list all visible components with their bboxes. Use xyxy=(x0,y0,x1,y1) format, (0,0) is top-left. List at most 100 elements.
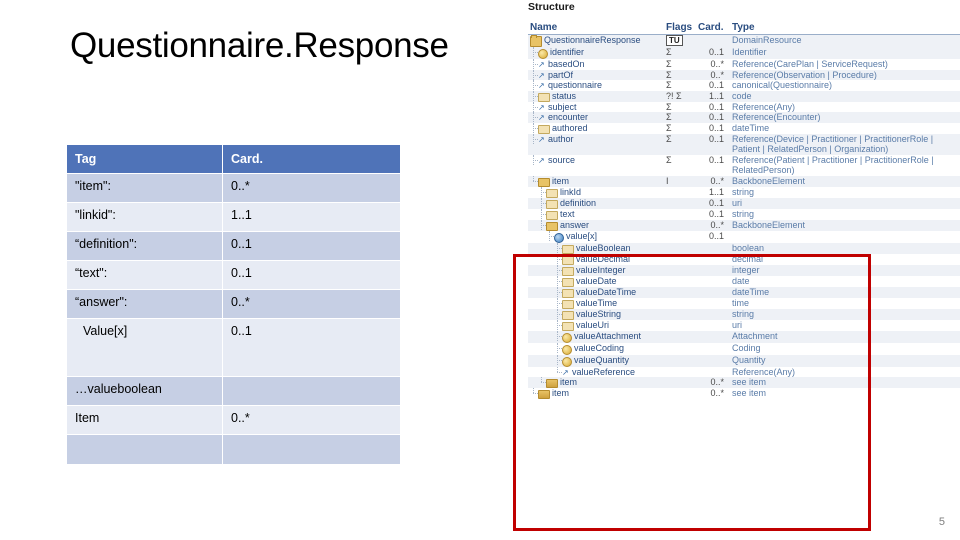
structure-row[interactable]: valueDateTime dateTime xyxy=(528,286,960,298)
tree-guide xyxy=(530,101,538,112)
structure-row-card: 0..1 xyxy=(696,197,730,209)
structure-row-flags: Σ xyxy=(664,80,696,91)
tree-guide xyxy=(554,330,562,341)
structure-row[interactable]: value[x] 0..1 xyxy=(528,230,960,243)
structure-row-flags: Σ xyxy=(664,101,696,112)
tree-guide xyxy=(530,175,538,186)
structure-row-name: valueReference xyxy=(528,366,664,377)
structure-row-type xyxy=(730,230,960,243)
structure-row-type: Attachment xyxy=(730,330,960,343)
structure-row-type: string xyxy=(730,208,960,220)
structure-row-name: partOf xyxy=(528,69,664,80)
structure-row[interactable]: valueUri uri xyxy=(528,319,960,331)
tree-guide xyxy=(530,209,538,219)
structure-row[interactable]: valueQuantity Quantity xyxy=(528,354,960,367)
structure-row[interactable]: item I 0..* BackboneElement xyxy=(528,175,960,187)
structure-row-card xyxy=(696,330,730,343)
tree-guide xyxy=(530,287,538,297)
primitive-icon xyxy=(546,210,558,220)
structure-row[interactable]: valueString string xyxy=(528,308,960,320)
structure-row-flags xyxy=(664,208,696,220)
slide-number: 5 xyxy=(938,516,945,528)
structure-row-type: DomainResource xyxy=(730,34,960,47)
cell-tag: "linkid": xyxy=(66,202,223,232)
structure-row-flags: Σ xyxy=(664,47,696,59)
primitive-icon xyxy=(562,266,574,276)
cell-card: 0..1 xyxy=(222,260,401,290)
structure-row[interactable]: encounter Σ 0..1 Reference(Encounter) xyxy=(528,112,960,123)
structure-row[interactable]: partOf Σ 0..* Reference(Observation | Pr… xyxy=(528,69,960,80)
structure-row[interactable]: QuestionnaireResponse TU DomainResource xyxy=(528,34,960,47)
structure-row-flags: Σ xyxy=(664,59,696,70)
structure-row-name: valueTime xyxy=(528,297,664,309)
structure-row[interactable]: identifier Σ 0..1 Identifier xyxy=(528,47,960,59)
structure-row-flags xyxy=(664,286,696,298)
structure-row-flags: Σ xyxy=(664,122,696,134)
structure-row-card: 0..1 xyxy=(696,154,730,176)
structure-row[interactable]: source Σ 0..1 Reference(Patient | Practi… xyxy=(528,154,960,176)
table-row: “answer": 0..* xyxy=(66,289,401,319)
tree-guide xyxy=(554,354,562,365)
structure-row-type: uri xyxy=(730,197,960,209)
structure-row-name: valueInteger xyxy=(528,264,664,276)
cell-tag: Value[x] xyxy=(66,318,223,377)
datatype-icon xyxy=(562,344,572,355)
tree-guide xyxy=(546,287,554,297)
structure-row-card: 0..* xyxy=(696,175,730,187)
structure-row[interactable]: valueDecimal decimal xyxy=(528,253,960,265)
structure-row[interactable]: status ?! Σ 1..1 code xyxy=(528,90,960,102)
reference-icon xyxy=(538,114,546,122)
structure-row-type: dateTime xyxy=(730,122,960,134)
structure-row[interactable]: authored Σ 0..1 dateTime xyxy=(528,122,960,134)
structure-row-flags xyxy=(664,366,696,377)
table-row xyxy=(66,434,401,465)
tree-guide xyxy=(530,355,538,365)
structure-row[interactable]: valueCoding Coding xyxy=(528,342,960,355)
structure-row[interactable]: valueDate date xyxy=(528,275,960,287)
choice-icon xyxy=(554,232,564,243)
structure-row-type: Reference(Device | Practitioner | Practi… xyxy=(730,133,960,155)
structure-row[interactable]: subject Σ 0..1 Reference(Any) xyxy=(528,101,960,112)
primitive-icon xyxy=(538,92,550,102)
tree-guide xyxy=(530,309,538,319)
tree-guide xyxy=(538,231,546,241)
structure-row[interactable]: author Σ 0..1 Reference(Device | Practit… xyxy=(528,133,960,155)
tree-guide xyxy=(554,253,562,264)
structure-row[interactable]: valueReference Reference(Any) xyxy=(528,366,960,377)
structure-row-name: status xyxy=(528,90,664,102)
cell-card: 1..1 xyxy=(222,202,401,232)
structure-row-type: Reference(Observation | Procedure) xyxy=(730,69,960,80)
structure-row-flags: Σ xyxy=(664,112,696,123)
structure-row[interactable]: valueBoolean boolean xyxy=(528,242,960,254)
structure-row[interactable]: item 0..* see item xyxy=(528,377,960,388)
primitive-icon xyxy=(562,310,574,320)
tree-guide xyxy=(546,355,554,365)
structure-row-name: value[x] xyxy=(528,230,664,243)
structure-row-card xyxy=(696,319,730,331)
structure-row[interactable]: text 0..1 string xyxy=(528,208,960,220)
structure-row[interactable]: answer 0..* BackboneElement xyxy=(528,219,960,231)
structure-row[interactable]: basedOn Σ 0..* Reference(CarePlan | Serv… xyxy=(528,59,960,70)
structure-row[interactable]: linkId 1..1 string xyxy=(528,186,960,198)
structure-row-card: 0..* xyxy=(696,388,730,399)
tree-guide xyxy=(554,264,562,275)
tree-guide xyxy=(530,331,538,341)
table-row: Item 0..* xyxy=(66,405,401,435)
structure-row[interactable]: valueAttachment Attachment xyxy=(528,330,960,343)
tree-guide xyxy=(538,343,546,353)
structure-row[interactable]: definition 0..1 uri xyxy=(528,197,960,209)
reference-icon xyxy=(538,61,546,69)
structure-row-type: Coding xyxy=(730,342,960,355)
tree-guide xyxy=(538,197,546,208)
structure-row[interactable]: questionnaire Σ 0..1 canonical(Questionn… xyxy=(528,80,960,91)
backbone-icon xyxy=(546,221,558,231)
structure-row-type: Reference(Any) xyxy=(730,101,960,112)
structure-row-card xyxy=(696,297,730,309)
structure-row-name: item xyxy=(528,388,664,399)
structure-row[interactable]: valueTime time xyxy=(528,297,960,309)
structure-row-flags xyxy=(664,297,696,309)
structure-row[interactable]: valueInteger integer xyxy=(528,264,960,276)
structure-row-flags: Σ xyxy=(664,154,696,176)
tree-guide xyxy=(554,319,562,330)
structure-row[interactable]: item 0..* see item xyxy=(528,388,960,399)
